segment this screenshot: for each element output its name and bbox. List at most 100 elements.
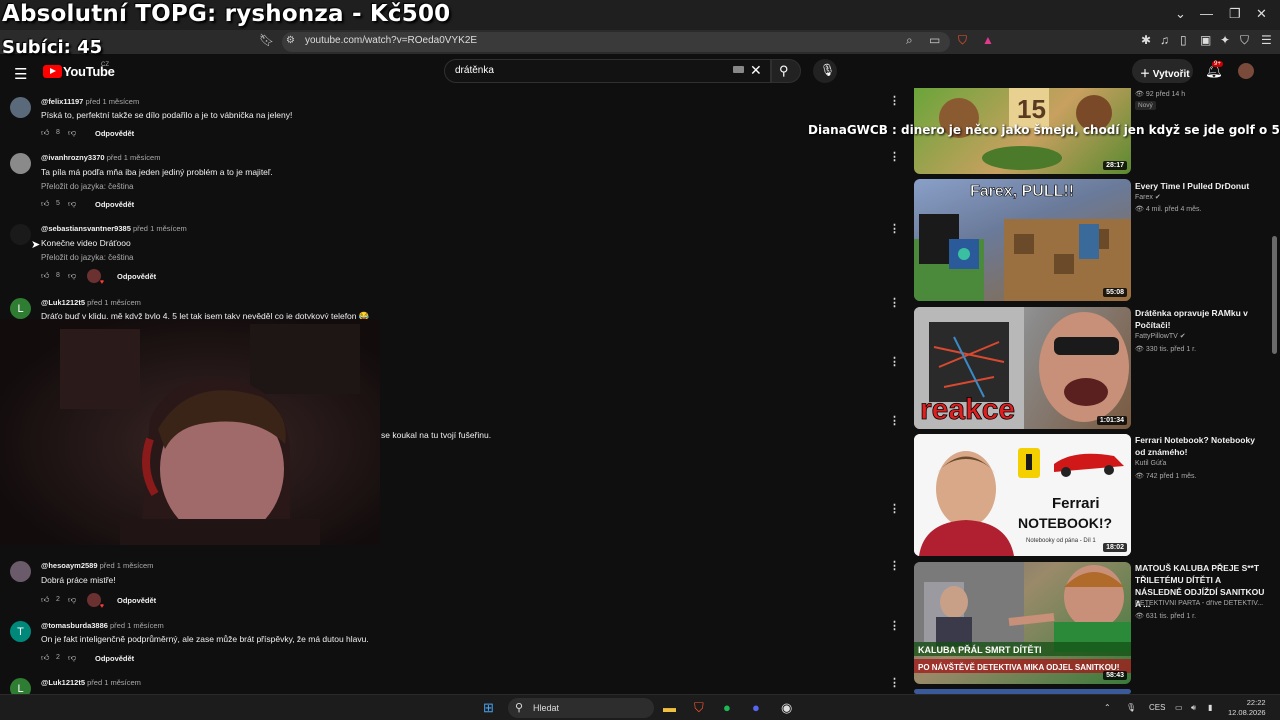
video-thumbnail[interactable]: Ferrari NOTEBOOK!? Notebooky od pána - D… bbox=[914, 434, 1131, 556]
scrollbar-thumb[interactable] bbox=[1272, 236, 1277, 354]
video-thumbnail[interactable]: Farex, PULL!! 55:08 bbox=[914, 179, 1131, 301]
comment-handle[interactable]: @Luk1212t5 před 1 měsícem bbox=[41, 298, 141, 307]
channel-name[interactable]: Farex ✔ bbox=[1135, 193, 1161, 201]
zoom-icon[interactable]: ⌕ bbox=[906, 33, 913, 48]
network-icon[interactable]: ▭ bbox=[1175, 703, 1183, 712]
close-window-icon[interactable]: ✕ bbox=[1256, 6, 1267, 22]
extensions-icon[interactable]: ✱ bbox=[1141, 33, 1151, 47]
stream-chat-message: DianaGWCB : dinero je něco jako šmejd, c… bbox=[808, 123, 1280, 137]
comment-text: Dobrá práce mistře! bbox=[41, 575, 116, 585]
microphone-icon[interactable]: 🎙︎ bbox=[820, 63, 835, 77]
reply-button[interactable]: Odpovědět bbox=[117, 272, 156, 281]
keyboard-icon[interactable] bbox=[733, 66, 744, 73]
brave-shield-icon[interactable]: ⛉ bbox=[958, 33, 967, 48]
comment-handle[interactable]: @felix11197 před 1 měsícem bbox=[41, 97, 139, 106]
microphone-tray-icon[interactable]: 🎙︎ bbox=[1126, 703, 1136, 712]
video-title[interactable]: Every Time I Pulled DrDonut bbox=[1135, 180, 1265, 192]
vpn-icon[interactable]: ⛉ bbox=[1240, 33, 1249, 48]
tab-list-icon[interactable]: ⌄ bbox=[1175, 6, 1186, 22]
taskbar-clock[interactable]: 22:22 12.08.2026 bbox=[1228, 698, 1266, 718]
wallet-icon[interactable]: ▣ bbox=[1200, 33, 1211, 47]
spotify-icon[interactable]: ● bbox=[723, 700, 731, 715]
volume-icon[interactable]: 🔊︎ bbox=[1191, 703, 1196, 713]
more-actions-icon[interactable]: ⋮ bbox=[889, 296, 900, 309]
page-scrollbar[interactable] bbox=[1271, 88, 1279, 692]
youtube-logo-icon[interactable] bbox=[43, 65, 62, 78]
input-language[interactable]: CES bbox=[1149, 703, 1165, 712]
channel-name[interactable]: DETEKTIVNÍ PARTA - dříve DETEKTIV... bbox=[1135, 600, 1265, 607]
video-thumbnail[interactable]: KALUBA PŘÁL SMRT DÍTĚTI PO NÁVŠTĚVĚ DETE… bbox=[914, 562, 1131, 684]
like-icon[interactable]: 👍︎ bbox=[41, 199, 49, 209]
leo-icon[interactable]: ✦ bbox=[1220, 33, 1230, 47]
more-actions-icon[interactable]: ⋮ bbox=[889, 414, 900, 427]
create-label[interactable]: ＋ Vytvořit bbox=[1140, 65, 1190, 80]
minimize-icon[interactable]: — bbox=[1200, 6, 1213, 21]
maximize-icon[interactable]: ❐ bbox=[1229, 6, 1241, 22]
dislike-icon[interactable]: 👎︎ bbox=[68, 128, 76, 138]
site-info-icon[interactable]: ⚙ bbox=[286, 35, 295, 46]
taskbar-search-box[interactable] bbox=[508, 698, 654, 718]
translate-link[interactable]: Přeložit do jazyka: čeština bbox=[41, 253, 134, 262]
account-avatar[interactable] bbox=[1238, 63, 1254, 79]
media-icon[interactable]: ♫ bbox=[1160, 33, 1169, 47]
sidebar-icon[interactable]: ▯ bbox=[1180, 33, 1187, 47]
guide-menu-icon[interactable]: ☰ bbox=[14, 65, 27, 83]
taskbar-search-label[interactable]: Hledat bbox=[533, 703, 559, 713]
reply-button[interactable]: Odpovědět bbox=[95, 654, 134, 663]
search-icon[interactable]: ⚲ bbox=[779, 63, 789, 79]
brave-browser-icon[interactable]: ⛉ bbox=[694, 700, 704, 716]
more-actions-icon[interactable]: ⋮ bbox=[889, 502, 900, 515]
like-icon[interactable]: 👍︎ bbox=[41, 271, 49, 281]
video-meta: 👁︎ 4 mil. před 4 měs. bbox=[1135, 206, 1202, 213]
comment-avatar[interactable]: T bbox=[10, 621, 31, 642]
brave-rewards-icon[interactable]: ▲ bbox=[982, 33, 994, 47]
search-query[interactable]: drátěnka bbox=[455, 65, 494, 76]
comment-handle[interactable]: @Luk1212t5 před 1 měsícem bbox=[41, 678, 141, 687]
windows-start-icon[interactable]: ⊞ bbox=[483, 700, 494, 716]
obs-icon[interactable]: ◉ bbox=[781, 700, 792, 716]
comment-handle[interactable]: @ivanhrozny3370 před 1 měsícem bbox=[41, 153, 160, 162]
more-actions-icon[interactable]: ⋮ bbox=[889, 94, 900, 107]
dislike-icon[interactable]: 👎︎ bbox=[68, 271, 76, 281]
comment-handle[interactable]: @hesoaym2589 před 1 měsícem bbox=[41, 561, 153, 570]
comment-avatar[interactable] bbox=[10, 97, 31, 118]
discord-icon[interactable]: ● bbox=[752, 700, 760, 715]
dislike-icon[interactable]: 👎︎ bbox=[68, 595, 76, 605]
cast-icon[interactable]: ▭ bbox=[929, 33, 940, 47]
translate-link[interactable]: Přeložit do jazyka: čeština bbox=[41, 182, 134, 191]
video-title[interactable]: Ferrari Notebook? Notebooky od známého! bbox=[1135, 434, 1265, 458]
menu-icon[interactable]: ☰ bbox=[1261, 33, 1272, 47]
dislike-icon[interactable]: 👎︎ bbox=[68, 199, 76, 209]
reply-button[interactable]: Odpovědět bbox=[95, 129, 134, 138]
reply-button[interactable]: Odpovědět bbox=[117, 596, 156, 605]
bookmark-icon[interactable]: 🔖︎ bbox=[259, 33, 274, 47]
dislike-icon[interactable]: 👎︎ bbox=[68, 653, 76, 663]
comment-handle[interactable]: @sebastiansvantner9385 před 1 měsícem bbox=[41, 224, 187, 233]
video-title[interactable]: Drátěnka opravuje RAMku v Počítači! bbox=[1135, 307, 1265, 331]
reply-button[interactable]: Odpovědět bbox=[95, 200, 134, 209]
url-text[interactable]: youtube.com/watch?v=ROeda0VYK2E bbox=[305, 35, 477, 46]
more-actions-icon[interactable]: ⋮ bbox=[889, 559, 900, 572]
mouse-cursor-icon: ➤ bbox=[31, 239, 41, 251]
comment-avatar[interactable]: L bbox=[10, 298, 31, 319]
comment-handle[interactable]: @tomasburda3886 před 1 měsícem bbox=[41, 621, 164, 630]
like-icon[interactable]: 👍︎ bbox=[41, 595, 49, 605]
video-thumbnail[interactable]: reakce 1:01:34 bbox=[914, 307, 1131, 429]
more-actions-icon[interactable]: ⋮ bbox=[889, 150, 900, 163]
comment-avatar[interactable] bbox=[10, 224, 31, 245]
clear-search-icon[interactable]: ✕ bbox=[750, 62, 762, 79]
more-actions-icon[interactable]: ⋮ bbox=[889, 676, 900, 689]
tray-overflow-icon[interactable]: ⌃ bbox=[1104, 703, 1111, 712]
comment-avatar[interactable] bbox=[10, 561, 31, 582]
like-icon[interactable]: 👍︎ bbox=[41, 653, 49, 663]
battery-icon[interactable]: ▮ bbox=[1208, 703, 1212, 712]
more-actions-icon[interactable]: ⋮ bbox=[889, 619, 900, 632]
channel-name[interactable]: Kutil Gúťa bbox=[1135, 460, 1166, 467]
like-icon[interactable]: 👍︎ bbox=[41, 128, 49, 138]
channel-name[interactable]: FattyPillowTV ✔ bbox=[1135, 332, 1186, 340]
comment-avatar[interactable] bbox=[10, 153, 31, 174]
video-meta: 👁︎ 631 tis. před 1 r. bbox=[1135, 613, 1197, 620]
file-explorer-icon[interactable]: ▬ bbox=[663, 700, 676, 715]
more-actions-icon[interactable]: ⋮ bbox=[889, 222, 900, 235]
more-actions-icon[interactable]: ⋮ bbox=[889, 355, 900, 368]
